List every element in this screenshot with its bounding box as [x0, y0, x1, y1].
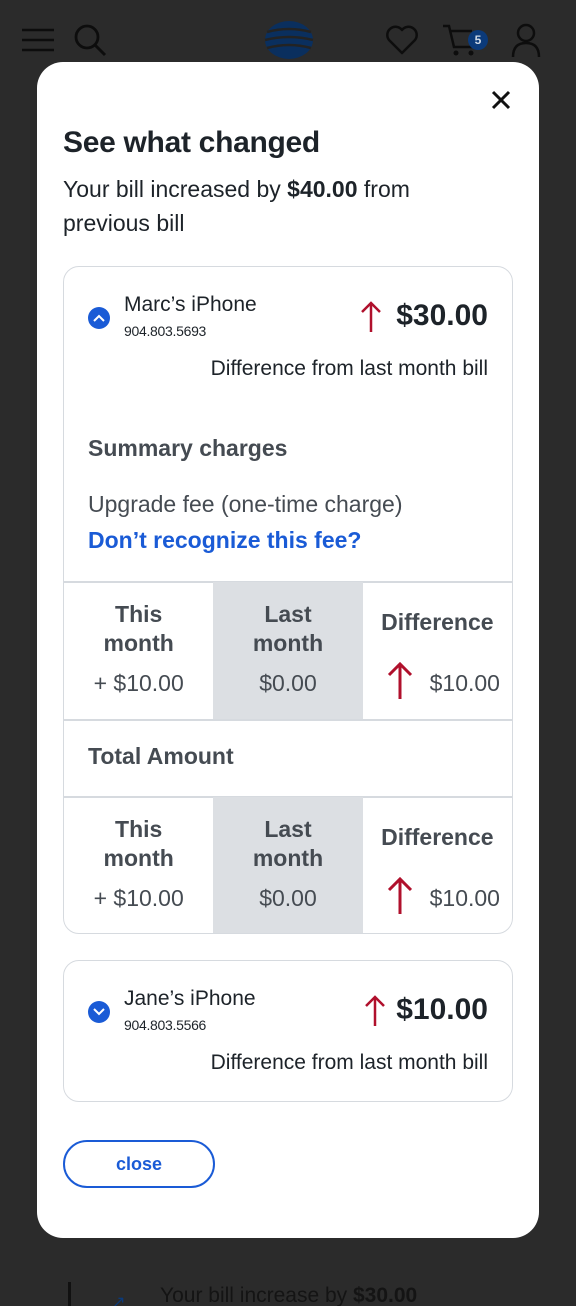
search-icon[interactable]: [72, 22, 108, 58]
this-month-column: This month + $10.00: [64, 582, 213, 719]
line-name: Jane’s iPhone: [124, 987, 256, 1010]
last-month-value: $0.00: [259, 670, 317, 696]
this-month-label: This month: [103, 601, 174, 656]
line-amount: $10.00: [396, 993, 488, 1026]
heart-icon[interactable]: [384, 22, 420, 58]
difference-label: Difference: [381, 609, 494, 635]
last-month-label: Last month: [252, 816, 324, 871]
close-icon[interactable]: [487, 86, 515, 114]
last-month-value: $0.00: [259, 885, 317, 911]
dont-recognize-fee-link[interactable]: Don’t recognize this fee?: [88, 527, 361, 554]
difference-value: $10.00: [429, 670, 500, 696]
collapse-chevron-up-icon[interactable]: [88, 307, 110, 329]
line-diff-label: Difference from last month bill: [210, 1051, 488, 1074]
cart-icon[interactable]: 5: [440, 22, 488, 58]
background-bill-summary: ↗ Your bill increase by $30.00: [68, 1282, 548, 1306]
increase-arrow-icon: [360, 301, 382, 338]
arrow-icon: ↗: [112, 1294, 126, 1306]
menu-icon[interactable]: [20, 22, 56, 58]
line-number: 904.803.5566: [124, 1017, 207, 1033]
this-month-value: + $10.00: [93, 885, 184, 911]
modal-title: See what changed: [63, 126, 320, 159]
background-peek-text: Your bill increase by $30.00: [160, 1284, 418, 1306]
expand-chevron-down-icon[interactable]: [88, 1001, 110, 1023]
difference-value: $10.00: [429, 885, 500, 911]
modal-subtitle: Your bill increased by $40.00 from previ…: [63, 176, 410, 236]
total-amount-heading: Total Amount: [88, 743, 234, 769]
line-card-jane[interactable]: Jane’s iPhone 904.803.5566 $10.00 Differ…: [63, 960, 513, 1102]
charge-comparison-table: This month + $10.00 Last month $0.00 Dif…: [64, 582, 512, 719]
last-month-label: Last month: [252, 601, 324, 656]
last-month-column: Last month $0.00: [213, 797, 363, 933]
line-amount: $30.00: [396, 299, 488, 332]
user-icon[interactable]: [508, 22, 544, 58]
fee-label: Upgrade fee (one-time charge): [88, 491, 403, 517]
att-globe-logo[interactable]: [264, 20, 314, 60]
difference-column: Difference $10.00: [363, 582, 512, 719]
cart-count-badge: 5: [468, 30, 488, 50]
divider-bar: [68, 1282, 71, 1306]
close-button[interactable]: close: [63, 1140, 215, 1188]
line-diff-label: Difference from last month bill: [210, 357, 488, 380]
this-month-value: + $10.00: [93, 670, 184, 696]
this-month-column: This month + $10.00: [64, 797, 213, 933]
last-month-column: Last month $0.00: [213, 582, 363, 719]
line-number: 904.803.5693: [124, 323, 207, 339]
difference-column: Difference $10.00: [363, 797, 512, 933]
line-name: Marc’s iPhone: [124, 293, 257, 316]
line-card-marc: Marc’s iPhone 904.803.5693 $30.00 Differ…: [63, 266, 513, 934]
total-comparison-table: This month + $10.00 Last month $0.00 Dif…: [64, 797, 512, 933]
difference-label: Difference: [381, 824, 494, 850]
what-changed-modal: See what changed Your bill increased by …: [37, 62, 539, 1238]
increase-arrow-icon: [364, 995, 386, 1032]
this-month-label: This month: [103, 816, 174, 871]
summary-charges-heading: Summary charges: [88, 435, 288, 461]
divider: [64, 719, 512, 721]
